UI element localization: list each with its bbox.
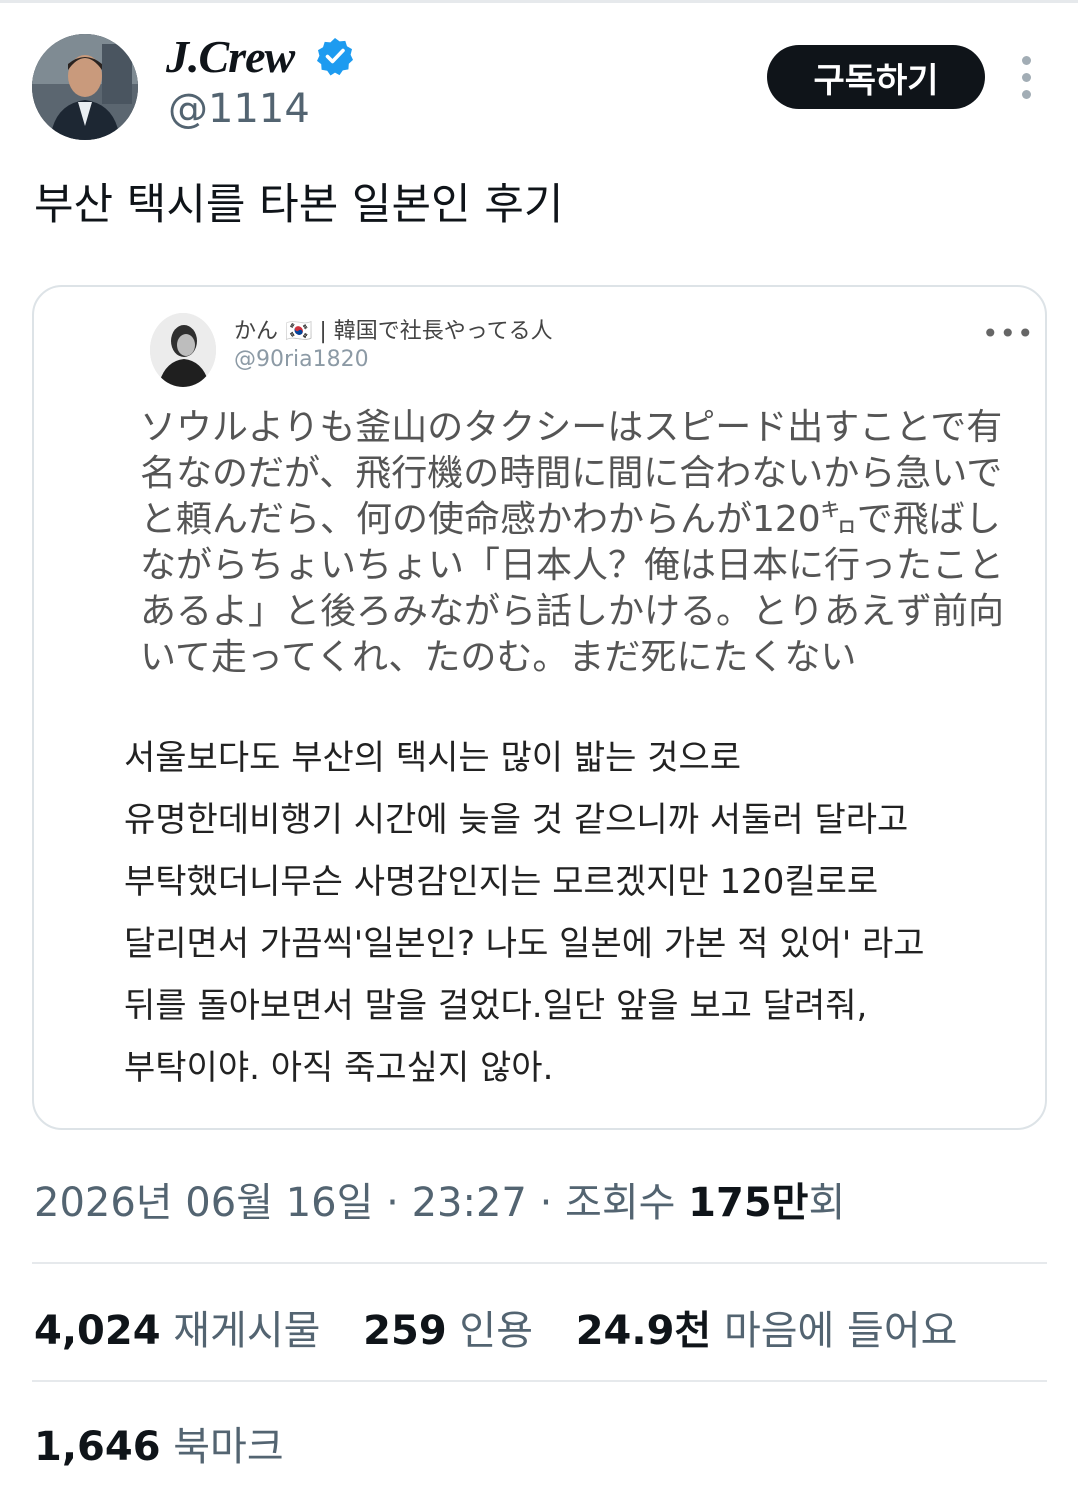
- more-dot: [1021, 73, 1031, 82]
- tweet-date[interactable]: 2026년 06월 16일: [34, 1180, 373, 1226]
- quoted-more-icon: •••: [982, 317, 1035, 350]
- quoted-author-handle: @90ria1820: [234, 347, 369, 372]
- quotes-stat[interactable]: 259 인용: [363, 1308, 563, 1354]
- embedded-image-card[interactable]: かん 🇰🇷 | 韓国で社長やってる人 @90ria1820 ••• ソウルよりも…: [32, 285, 1047, 1130]
- engagement-stats: 4,024 재게시물 259 인용 24.9천 마음에 들어요: [34, 1298, 987, 1356]
- reposts-stat[interactable]: 4,024 재게시물: [34, 1308, 350, 1354]
- likes-stat[interactable]: 24.9천 마음에 들어요: [576, 1308, 988, 1354]
- quoted-japanese-text: ソウルよりも釜山のタクシーはスピード出すことで有 名なのだが、飛行機の時間に間に…: [140, 407, 1005, 678]
- more-dot: [1021, 56, 1031, 65]
- likes-count: 24.9천: [575, 1308, 712, 1354]
- divider: [32, 1380, 1047, 1382]
- quoted-author-name: かん 🇰🇷 | 韓国で社長やってる人: [234, 319, 553, 344]
- tweet-text: 부산 택시를 타본 일본인 후기: [34, 180, 564, 230]
- meta-separator: ·: [386, 1180, 399, 1226]
- reposts-count: 4,024: [34, 1308, 161, 1354]
- author-display-name[interactable]: J.Crew: [166, 30, 295, 83]
- tweet-time[interactable]: 23:27: [412, 1180, 527, 1226]
- quoted-avatar: [150, 313, 216, 387]
- subscribe-button[interactable]: 구독하기: [767, 45, 985, 109]
- reposts-label: 재게시물: [173, 1308, 321, 1354]
- views-count: 175만: [688, 1180, 809, 1226]
- tweet-meta: 2026년 06월 16일 · 23:27 · 조회수 175만회: [34, 1170, 845, 1228]
- meta-separator: ·: [539, 1180, 553, 1226]
- more-vertical-icon[interactable]: [1016, 56, 1036, 100]
- bookmarks-count: 1,646: [34, 1424, 161, 1470]
- divider: [32, 1262, 1047, 1264]
- bookmarks-label: 북마크: [173, 1424, 284, 1470]
- verified-badge-icon: [317, 38, 353, 76]
- top-divider: [0, 0, 1078, 3]
- korean-translation-text: 서울보다도 부산의 택시는 많이 밟는 것으로 유명한데비행기 시간에 늦을 것…: [124, 738, 925, 1088]
- author-handle[interactable]: @1114: [168, 86, 310, 132]
- views-suffix: 회: [808, 1180, 846, 1226]
- likes-label: 마음에 들어요: [723, 1308, 958, 1354]
- quotes-count: 259: [363, 1308, 447, 1354]
- views-label: 조회수: [565, 1180, 676, 1226]
- author-avatar[interactable]: [32, 34, 138, 140]
- bookmarks-stat[interactable]: 1,646 북마크: [34, 1414, 284, 1472]
- more-dot: [1021, 90, 1031, 99]
- quotes-label: 인용: [459, 1308, 533, 1354]
